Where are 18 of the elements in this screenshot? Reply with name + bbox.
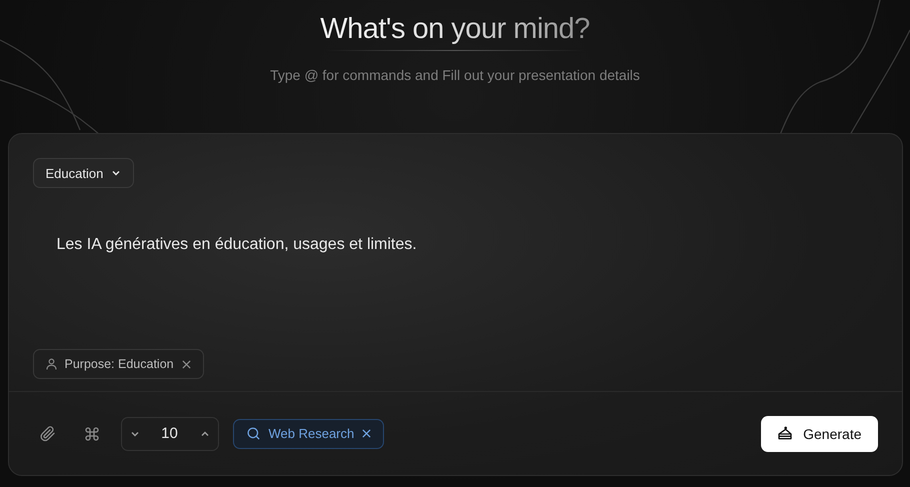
slide-count: 10 xyxy=(160,425,179,442)
search-icon xyxy=(246,426,260,441)
web-research-chip[interactable]: Web Research xyxy=(232,418,384,448)
chip-label: Web Research xyxy=(268,426,354,441)
category-dropdown[interactable]: Education xyxy=(32,158,134,188)
cake-slice-icon xyxy=(777,426,794,442)
subtitle: Type @ for commands and Fill out your presentation details xyxy=(270,67,640,83)
chevron-down-icon xyxy=(111,168,122,178)
chip-label: Purpose: Education xyxy=(64,357,174,371)
prompt-field[interactable]: Les IA génératives en éducation, usages et limites. xyxy=(44,232,888,258)
command-icon xyxy=(84,426,100,442)
close-icon xyxy=(362,429,372,438)
remove-button[interactable] xyxy=(182,360,191,368)
remove-button[interactable] xyxy=(362,429,372,438)
person-icon xyxy=(46,358,56,370)
close-icon xyxy=(182,360,191,368)
paperclip-icon xyxy=(40,426,56,442)
generate-button[interactable]: Generate xyxy=(761,416,878,452)
